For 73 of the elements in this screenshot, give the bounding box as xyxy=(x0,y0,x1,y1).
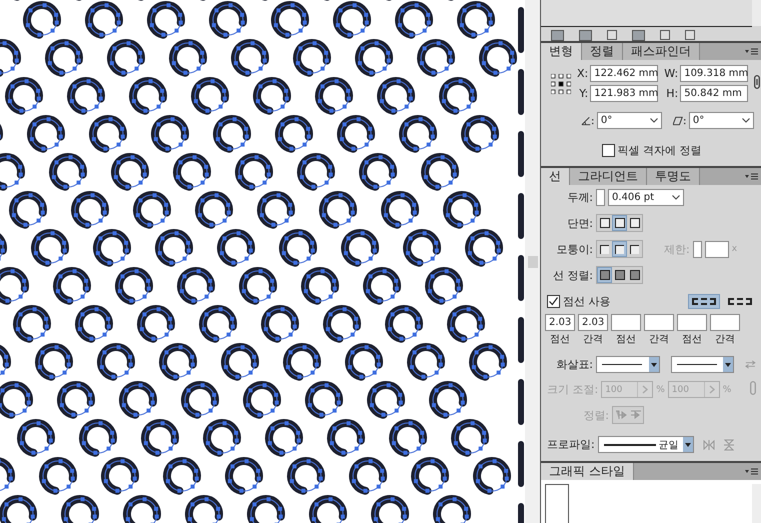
dash-field-label: 간격 xyxy=(649,333,669,346)
field-label: Y: xyxy=(579,87,588,100)
corner-label: 모퉁이: xyxy=(555,242,593,256)
dash-field[interactable]: 2.03 xyxy=(578,314,608,331)
align-stroke-button[interactable] xyxy=(597,267,612,283)
chevron-down-icon xyxy=(672,195,680,200)
align-stroke-button[interactable] xyxy=(612,267,627,283)
panel-menu-icon[interactable] xyxy=(745,173,758,180)
scale-label: 크기 조절: xyxy=(547,382,598,397)
start-arrow-dropdown[interactable] xyxy=(596,356,660,373)
panel-tab[interactable]: 그래픽 스타일 xyxy=(541,463,634,480)
panel-menu-icon[interactable] xyxy=(745,468,758,475)
weight-label: 두께: xyxy=(566,190,593,205)
rotate-dropdown[interactable]: 0° xyxy=(596,112,662,129)
dash-field[interactable]: 2.03 xyxy=(545,314,575,331)
panel-tab[interactable]: 정렬 xyxy=(582,43,623,60)
scrollbar[interactable] xyxy=(752,0,761,26)
panel-tab[interactable]: 투명도 xyxy=(647,168,700,185)
corner-button[interactable] xyxy=(612,241,627,257)
corner-button[interactable] xyxy=(627,241,642,257)
panel-tab[interactable]: 변형 xyxy=(541,43,582,60)
input-field[interactable]: 50.842 mm xyxy=(680,85,748,102)
panel-tab[interactable]: 패스파인더 xyxy=(623,43,700,60)
limit-label: 제한: xyxy=(664,242,690,256)
reference-point-icon[interactable] xyxy=(551,74,571,94)
field-label: X: xyxy=(577,67,588,80)
checkbox[interactable] xyxy=(547,295,560,308)
style-swatch[interactable] xyxy=(545,484,569,523)
chevron-down-icon xyxy=(742,118,750,123)
checkbox-label: 픽셀 격자에 정렬 xyxy=(618,143,702,158)
link-icon[interactable] xyxy=(754,75,760,92)
dash-mode-button[interactable] xyxy=(688,294,720,309)
limit-field[interactable] xyxy=(704,240,729,258)
dash-field-label: 점선 xyxy=(550,333,570,346)
corner-button[interactable] xyxy=(597,241,612,257)
input-field[interactable]: 109.318 mm xyxy=(680,65,748,82)
input-field[interactable]: 121.983 mm xyxy=(590,85,658,102)
arrow-align-label: 정렬: xyxy=(582,408,609,422)
unit-label: % xyxy=(656,384,665,394)
shear-icon xyxy=(673,116,686,126)
profile-dropdown[interactable]: 균일 xyxy=(598,436,694,453)
arrowheads-label: 화살표: xyxy=(555,357,593,372)
chevron-down-icon xyxy=(650,118,658,123)
rotate-icon xyxy=(581,116,594,126)
dash-field[interactable] xyxy=(644,314,674,331)
cap-button[interactable] xyxy=(627,215,642,231)
profile-label: 프로파일: xyxy=(547,437,595,452)
end-arrow-dropdown[interactable] xyxy=(670,356,734,373)
panel-menu-icon[interactable] xyxy=(745,48,758,55)
input-field[interactable]: 122.462 mm xyxy=(590,65,658,82)
dash-field-label: 간격 xyxy=(715,333,735,346)
limit-suffix: x xyxy=(732,244,738,254)
checkbox[interactable] xyxy=(602,144,614,157)
align-stroke-button[interactable] xyxy=(627,267,642,283)
collapse-handle[interactable] xyxy=(528,256,538,268)
cap-label: 단면: xyxy=(566,216,593,230)
field-label: W: xyxy=(664,67,678,80)
dash-field[interactable] xyxy=(677,314,707,331)
weight-dropdown[interactable]: 0.406 pt xyxy=(608,189,684,206)
dash-field[interactable] xyxy=(611,314,641,331)
align-label: 선 정렬: xyxy=(552,268,593,282)
unit-label: % xyxy=(722,384,732,394)
panel-tab[interactable]: 선 xyxy=(541,168,570,185)
dash-field-label: 점선 xyxy=(616,333,636,346)
panel-tab[interactable]: 그라디언트 xyxy=(570,168,647,185)
cap-button[interactable] xyxy=(597,215,612,231)
field-label: H: xyxy=(666,87,678,100)
shear-dropdown[interactable]: 0° xyxy=(688,112,754,129)
dash-field-label: 점선 xyxy=(682,333,702,346)
dash-field[interactable] xyxy=(710,314,740,331)
cap-button[interactable] xyxy=(612,215,627,231)
dash-field-label: 간격 xyxy=(583,333,603,346)
checkbox-label: 점선 사용 xyxy=(563,294,610,309)
